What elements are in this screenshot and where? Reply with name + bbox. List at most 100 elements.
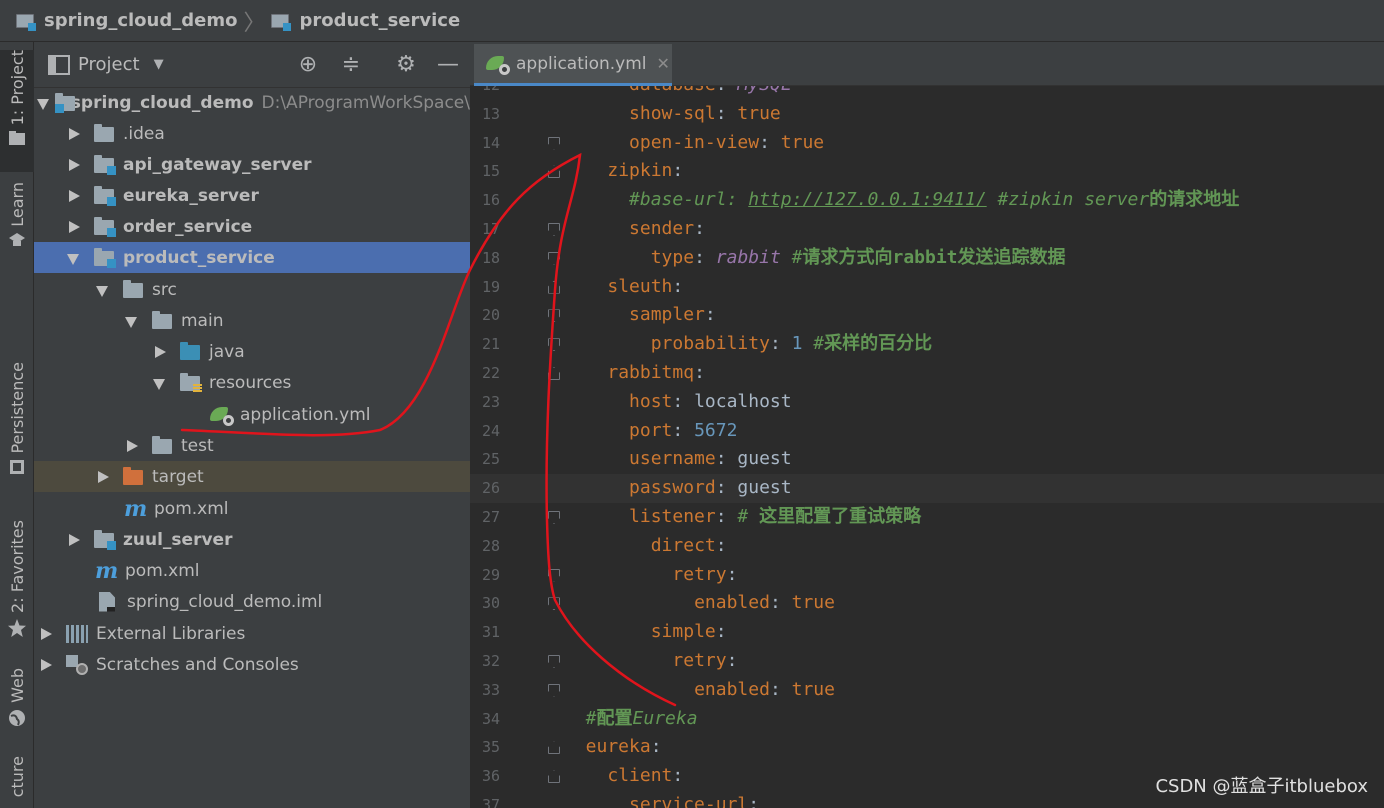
tree-item-main[interactable]: main [34, 305, 470, 336]
code-line[interactable]: 31 simple: [470, 618, 1384, 647]
chevron-down-icon[interactable] [66, 251, 80, 265]
fold-marker-icon[interactable] [548, 367, 560, 380]
chevron-right-icon[interactable] [124, 439, 138, 453]
chevron-right-icon[interactable] [38, 658, 52, 672]
chevron-down-icon[interactable] [152, 376, 166, 390]
collapse-all-icon[interactable]: ≑ [339, 53, 363, 77]
code-line[interactable]: 14 open-in-view: true [470, 129, 1384, 158]
tree-item-product-pom[interactable]: m pom.xml [34, 493, 470, 524]
fold-marker-icon[interactable] [548, 338, 560, 352]
yaml-comment: # [726, 506, 760, 527]
close-icon[interactable]: ✕ [657, 54, 670, 73]
code-line[interactable]: 25 username: guest [470, 445, 1384, 474]
chevron-down-icon[interactable] [95, 283, 109, 297]
chevron-right-icon[interactable] [66, 533, 80, 547]
code-line[interactable]: 23 host: localhost [470, 388, 1384, 417]
code-line[interactable]: 15 zipkin: [470, 157, 1384, 186]
tree-item-product-service[interactable]: product_service [34, 242, 470, 273]
tree-item-zuul-server[interactable]: zuul_server [34, 524, 470, 555]
tree-item-idea[interactable]: .idea [34, 118, 470, 149]
code-line[interactable]: 19 sleuth: [470, 273, 1384, 302]
tool-tab-favorites[interactable]: 2: Favorites [0, 520, 34, 642]
tree-item-test[interactable]: test [34, 430, 470, 461]
tool-tab-structure[interactable]: cture [0, 756, 34, 808]
code-line[interactable]: 32 retry: [470, 647, 1384, 676]
yaml-key: probability [650, 333, 770, 355]
tree-item-root-pom[interactable]: m pom.xml [34, 555, 470, 586]
module-folder-icon [94, 154, 116, 175]
code-line[interactable]: 20 sampler: [470, 301, 1384, 330]
fold-marker-icon[interactable] [548, 165, 560, 179]
fold-marker-icon[interactable] [548, 136, 560, 150]
tree-item-label: pom.xml [154, 498, 229, 519]
chevron-down-icon[interactable] [36, 96, 50, 110]
tool-tab-project[interactable]: 1: Project [0, 50, 34, 172]
fold-marker-icon[interactable] [548, 511, 560, 524]
code-line[interactable]: 35 eureka: [470, 733, 1384, 762]
tree-item-api-gateway-server[interactable]: api_gateway_server [34, 149, 470, 180]
tree-item-spring-cloud-demo[interactable]: spring_cloud_demo D:\AProgramWorkSpace\ [34, 87, 470, 118]
fold-marker-icon[interactable] [548, 597, 560, 611]
fold-marker-icon[interactable] [548, 223, 560, 236]
fold-marker-icon[interactable] [548, 280, 560, 294]
code-line[interactable]: 21 probability: 1 #采样的百分比 [470, 330, 1384, 359]
yaml-key: enabled [694, 592, 770, 614]
tree-item-java[interactable]: java [34, 336, 470, 367]
yaml-key: service-url [629, 794, 749, 808]
code-line[interactable]: 18 type: rabbit #请求方式向rabbit发送追踪数据 [470, 244, 1384, 273]
locate-icon[interactable]: ⊕ [296, 53, 320, 77]
tool-tab-web[interactable]: Web [0, 668, 34, 738]
code-text: database: MySQL [629, 86, 792, 100]
code-line[interactable]: 16 #base-url: http://127.0.0.1:9411/ #zip… [470, 186, 1384, 215]
project-view-selector[interactable]: Project [78, 54, 140, 75]
code-line[interactable]: 27 listener: # 这里配置了重试策略 [470, 503, 1384, 532]
tree-item-external-libraries[interactable]: External Libraries [34, 618, 470, 649]
tree-item-scratches[interactable]: Scratches and Consoles [34, 649, 470, 680]
gear-icon[interactable]: ⚙ [394, 53, 418, 77]
chevron-right-icon[interactable] [66, 158, 80, 172]
fold-marker-icon[interactable] [548, 568, 560, 582]
code-line[interactable]: 33 enabled: true [470, 676, 1384, 705]
tree-item-order-service[interactable]: order_service [34, 211, 470, 242]
fold-marker-icon[interactable] [548, 309, 560, 323]
fold-marker-icon[interactable] [548, 251, 560, 265]
code-line[interactable]: 26 password: guest [470, 474, 1384, 503]
tree-item-resources[interactable]: resources [34, 367, 470, 398]
hide-panel-icon[interactable]: — [436, 53, 460, 77]
tool-tab-learn[interactable]: Learn [0, 182, 34, 262]
code-line[interactable]: 29 retry: [470, 561, 1384, 590]
breadcrumb-item-module[interactable]: product_service [271, 10, 460, 31]
code-line[interactable]: 28 direct: [470, 532, 1384, 561]
tree-item-target[interactable]: target [34, 461, 470, 492]
tool-tab-persistence[interactable]: Persistence [0, 362, 34, 492]
code-area[interactable]: 12 database: MySQL 13 show-sql: true 14 open-… [470, 86, 1384, 808]
chevron-down-icon[interactable]: ▼ [154, 57, 164, 72]
fold-marker-icon[interactable] [548, 741, 560, 755]
chevron-right-icon[interactable] [38, 627, 52, 641]
chevron-right-icon[interactable] [152, 345, 166, 359]
code-line[interactable]: 17 sender: [470, 215, 1384, 244]
fold-marker-icon[interactable] [548, 770, 560, 784]
chevron-right-icon[interactable] [95, 470, 109, 484]
code-line[interactable]: 12 database: MySQL [470, 86, 1384, 100]
code-line[interactable]: 13 show-sql: true [470, 100, 1384, 129]
tree-item-src[interactable]: src [34, 274, 470, 305]
code-line[interactable]: 34 #配置Eureka [470, 705, 1384, 734]
code-line[interactable]: 30 enabled: true [470, 589, 1384, 618]
code-line[interactable]: 22 rabbitmq: [470, 359, 1384, 388]
fold-marker-icon[interactable] [548, 655, 560, 668]
tree-item-application-yml[interactable]: application.yml [34, 399, 470, 430]
code-line[interactable]: 24 port: 5672 [470, 417, 1384, 446]
chevron-right-icon[interactable] [66, 127, 80, 141]
tab-application-yml[interactable]: application.yml ✕ [474, 44, 672, 86]
chevron-down-icon[interactable] [124, 314, 138, 328]
code-text: show-sql: true [629, 100, 781, 129]
chevron-right-icon[interactable] [66, 220, 80, 234]
chevron-right-icon[interactable] [66, 189, 80, 203]
tree-item-iml[interactable]: spring_cloud_demo.iml [34, 586, 470, 617]
tool-tab-label: 2: Favorites [7, 520, 27, 613]
fold-marker-icon[interactable] [548, 683, 560, 697]
line-number: 12 [470, 86, 500, 100]
breadcrumb-item-project[interactable]: spring_cloud_demo [16, 10, 237, 31]
tree-item-eureka-server[interactable]: eureka_server [34, 180, 470, 211]
